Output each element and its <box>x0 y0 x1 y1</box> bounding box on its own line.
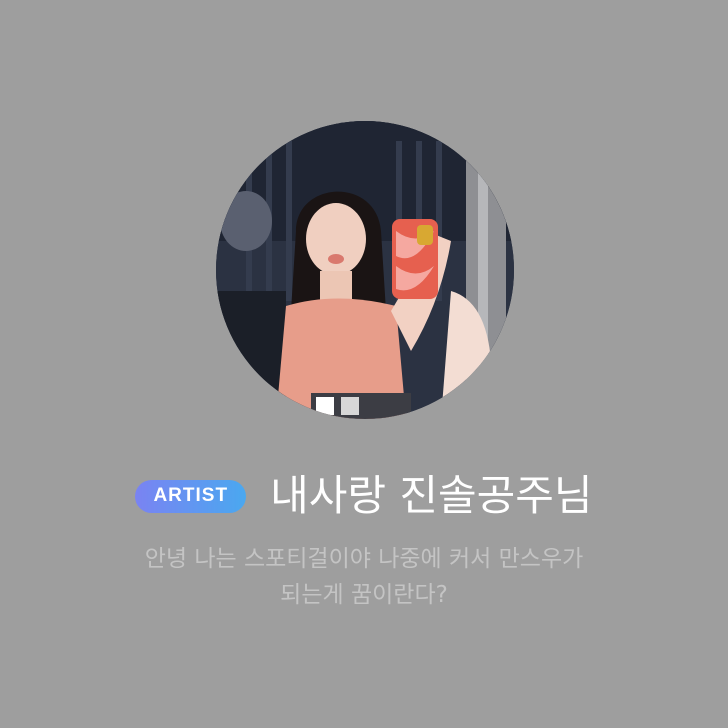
profile-header: ARTIST 내사랑 진솔공주님 <box>0 466 728 526</box>
artist-badge: ARTIST <box>135 479 247 513</box>
profile-name: 내사랑 진솔공주님 <box>270 471 593 520</box>
avatar-photo <box>216 121 514 419</box>
profile-bio: 안녕 나는 스포티걸이야 나중에 커서 만스우가 되는게 꿈이란다? <box>144 546 584 608</box>
profile-avatar[interactable] <box>216 121 514 419</box>
